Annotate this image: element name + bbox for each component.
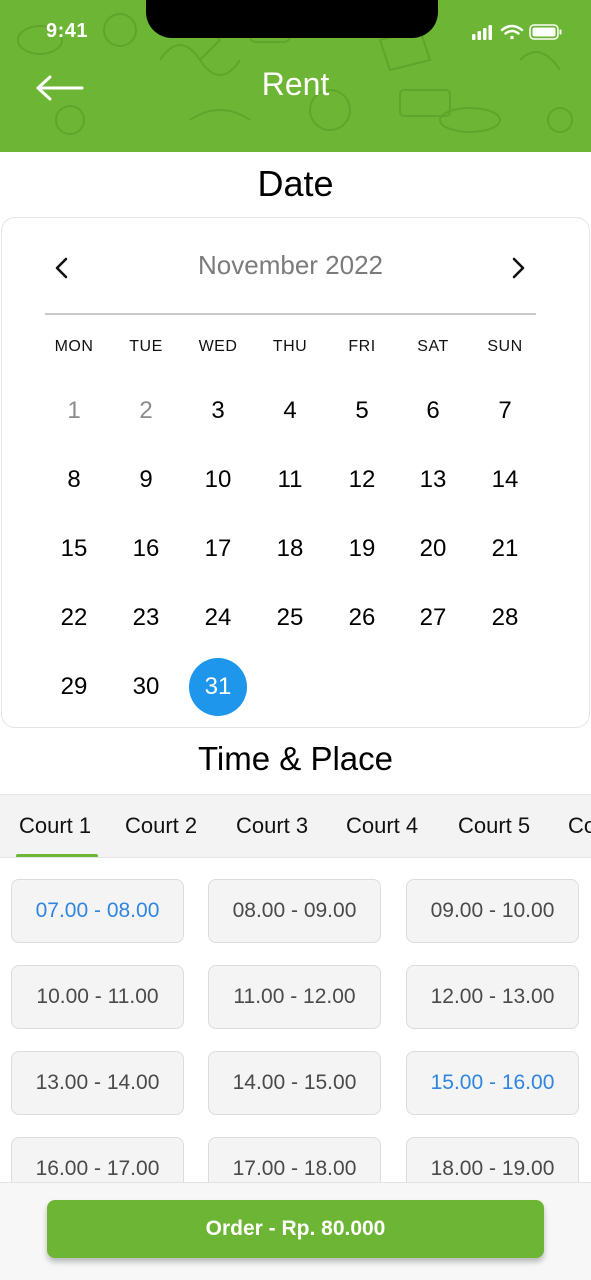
time-place-section-title: Time & Place: [197, 740, 393, 777]
status-time: 9:41: [46, 20, 89, 42]
days-grid: 1 2 3 4 5 6 7 8 9 10 11 12 13 14 15 16 17 18 19 20 21 22 23 24 2…: [2, 218, 591, 729]
time-slot[interactable]: 16.00 - 17.00: [11, 1137, 184, 1183]
calendar-day[interactable]: 27: [404, 589, 462, 647]
calendar-day[interactable]: 28: [476, 589, 534, 647]
date-section-title: Date: [257, 163, 334, 204]
battery-icon: [529, 24, 562, 40]
time-slot[interactable]: 17.00 - 18.00: [208, 1137, 381, 1183]
tab-court-5[interactable]: Court 5: [458, 813, 530, 839]
time-slot[interactable]: 13.00 - 14.00: [11, 1051, 184, 1115]
tab-court-4[interactable]: Court 4: [346, 813, 418, 839]
time-slot[interactable]: 07.00 - 08.00: [11, 879, 184, 943]
time-slot[interactable]: 14.00 - 15.00: [208, 1051, 381, 1115]
calendar-day[interactable]: 23: [117, 589, 175, 647]
status-icons: [472, 24, 562, 40]
calendar-day[interactable]: 29: [45, 658, 103, 716]
calendar-day[interactable]: 2: [117, 382, 175, 440]
time-slot[interactable]: 12.00 - 13.00: [406, 965, 579, 1029]
calendar-day[interactable]: 5: [333, 382, 391, 440]
calendar-day[interactable]: 8: [45, 451, 103, 509]
time-slot[interactable]: 15.00 - 16.00: [406, 1051, 579, 1115]
calendar-day[interactable]: 21: [476, 520, 534, 578]
calendar-day[interactable]: 13: [404, 451, 462, 509]
calendar-day[interactable]: 6: [404, 382, 462, 440]
time-slot[interactable]: 18.00 - 19.00: [406, 1137, 579, 1183]
calendar-day[interactable]: 11: [261, 451, 319, 509]
signal-icon: [472, 25, 492, 40]
time-slot[interactable]: 08.00 - 09.00: [208, 879, 381, 943]
calendar-day[interactable]: 10: [189, 451, 247, 509]
calendar-day[interactable]: 24: [189, 589, 247, 647]
tab-court-2[interactable]: Court 2: [125, 813, 197, 839]
calendar: November 2022 MON TUE WED THU FRI SAT SUN 1234…: [1, 217, 590, 728]
wifi-icon: [500, 24, 524, 40]
device-notch: [146, 0, 438, 38]
time-slot[interactable]: 11.00 - 12.00: [208, 965, 381, 1029]
calendar-day[interactable]: 22: [45, 589, 103, 647]
calendar-day[interactable]: 14: [476, 451, 534, 509]
calendar-day[interactable]: 1: [45, 382, 103, 440]
calendar-day[interactable]: 26: [333, 589, 391, 647]
calendar-day[interactable]: 12: [333, 451, 391, 509]
app-header: 9:41 Rent: [0, 0, 591, 152]
tab-court-1[interactable]: Court 1: [19, 813, 91, 839]
calendar-day[interactable]: 4: [261, 382, 319, 440]
time-slot[interactable]: 10.00 - 11.00: [11, 965, 184, 1029]
calendar-day[interactable]: 25: [261, 589, 319, 647]
tab-court-6[interactable]: Co: [568, 813, 591, 839]
calendar-day[interactable]: 9: [117, 451, 175, 509]
bottom-bar: Order - Rp. 80.000: [0, 1182, 591, 1280]
calendar-day[interactable]: 15: [45, 520, 103, 578]
calendar-day[interactable]: 16: [117, 520, 175, 578]
order-button[interactable]: Order - Rp. 80.000: [47, 1200, 544, 1258]
calendar-day[interactable]: 18: [261, 520, 319, 578]
court-tabs: Court 1 Court 2 Court 3 Court 4 Court 5 Co: [0, 794, 591, 858]
calendar-day[interactable]: 30: [117, 658, 175, 716]
calendar-day[interactable]: 20: [404, 520, 462, 578]
calendar-day-selected[interactable]: 31: [189, 658, 247, 716]
calendar-day[interactable]: 19: [333, 520, 391, 578]
calendar-day[interactable]: 3: [189, 382, 247, 440]
time-slots-grid: 07.00 - 08.00 08.00 - 09.00 09.00 - 10.00 1…: [0, 858, 591, 1183]
tab-court-3[interactable]: Court 3: [236, 813, 308, 839]
calendar-day[interactable]: 17: [189, 520, 247, 578]
calendar-day[interactable]: 7: [476, 382, 534, 440]
time-slot[interactable]: 09.00 - 10.00: [406, 879, 579, 943]
page-title: Rent: [261, 66, 330, 102]
